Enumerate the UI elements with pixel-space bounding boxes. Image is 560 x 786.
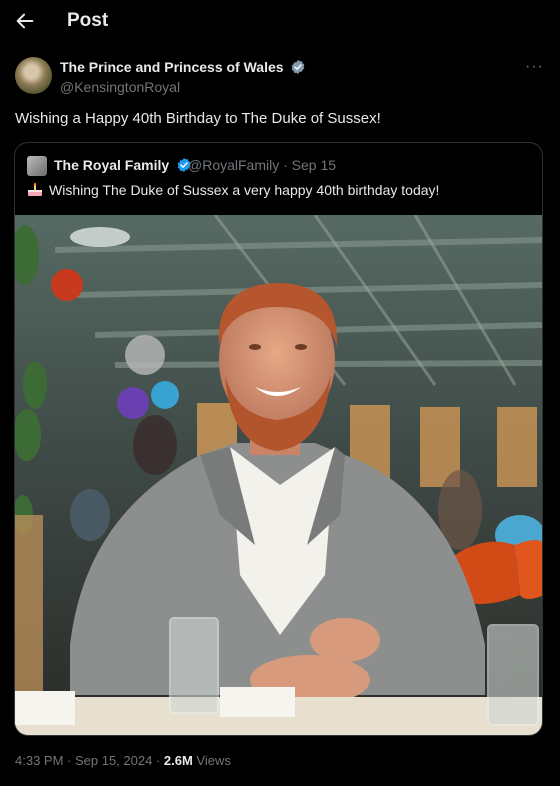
quoted-author-name[interactable]: The Royal Family [54, 157, 169, 173]
post-photo[interactable] [15, 215, 543, 736]
tweet-text: Wishing a Happy 40th Birthday to The Duk… [15, 110, 381, 127]
page-title: Post [67, 10, 109, 31]
quoted-post[interactable]: The Royal Family @RoyalFamily · Sep 15 W… [14, 142, 543, 736]
quoted-text-row: Wishing The Duke of Sussex a very happy … [27, 182, 439, 198]
quoted-text: Wishing The Duke of Sussex a very happy … [49, 182, 440, 198]
author-name[interactable]: The Prince and Princess of Wales [60, 59, 284, 75]
view-count: 2.6M [163, 753, 193, 768]
quoted-avatar[interactable] [27, 156, 47, 176]
top-bar: Post [0, 0, 560, 44]
verified-badge-icon [292, 60, 305, 74]
quoted-handle-date: @RoyalFamily · Sep 15 [188, 157, 337, 173]
author-name-row[interactable]: The Prince and Princess of Wales [60, 59, 306, 75]
author-handle[interactable]: @KensingtonRoyal [60, 79, 180, 95]
back-arrow-icon[interactable] [14, 10, 36, 32]
post-meta: 4:33 PM · Sep 15, 2024 · 2.6M Views [15, 753, 231, 768]
post-timestamp[interactable]: 4:33 PM · Sep 15, 2024 · [15, 753, 164, 768]
avatar[interactable] [15, 57, 52, 94]
views-label: Views [192, 753, 231, 768]
birthday-cake-icon [28, 183, 42, 196]
quoted-name-row[interactable]: The Royal Family [54, 157, 192, 173]
more-options-icon[interactable]: ··· [525, 58, 544, 76]
